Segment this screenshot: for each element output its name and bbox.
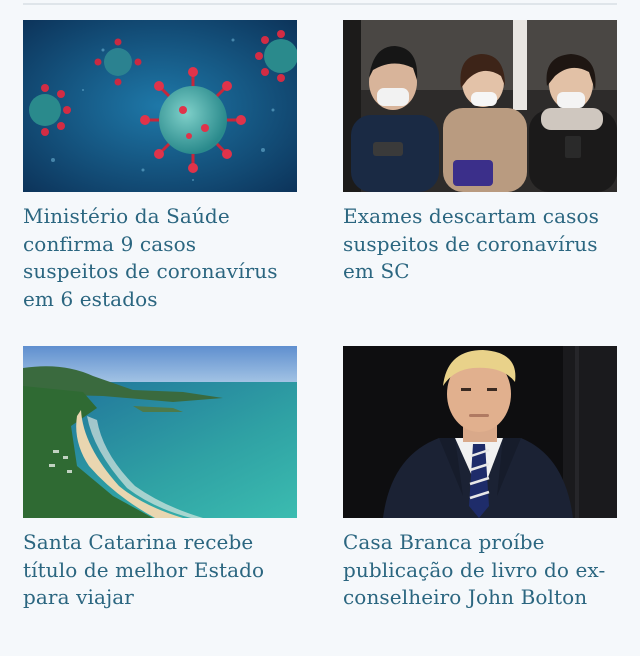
news-card[interactable]: Santa Catarina recebe título de melhor E… <box>23 346 297 612</box>
article-headline-link[interactable]: Ministério da Saúde confirma 9 casos sus… <box>23 203 297 313</box>
news-card[interactable]: Casa Branca proíbe publicação de livro d… <box>343 346 617 612</box>
people-wearing-masks-image <box>343 20 617 192</box>
article-thumbnail[interactable] <box>23 20 297 192</box>
article-headline-link[interactable]: Santa Catarina recebe título de melhor E… <box>23 529 297 612</box>
section-divider <box>23 3 617 5</box>
article-thumbnail[interactable] <box>23 346 297 518</box>
beach-coastline-image <box>23 346 297 518</box>
article-headline-link[interactable]: Casa Branca proíbe publicação de livro d… <box>343 529 617 612</box>
man-in-suit-portrait-image <box>343 346 617 518</box>
news-card[interactable]: Ministério da Saúde confirma 9 casos sus… <box>23 20 297 313</box>
article-headline-link[interactable]: Exames descartam casos suspeitos de coro… <box>343 203 617 286</box>
coronavirus-illustration-image <box>23 20 297 192</box>
article-thumbnail[interactable] <box>343 20 617 192</box>
news-card[interactable]: Exames descartam casos suspeitos de coro… <box>343 20 617 286</box>
article-thumbnail[interactable] <box>343 346 617 518</box>
